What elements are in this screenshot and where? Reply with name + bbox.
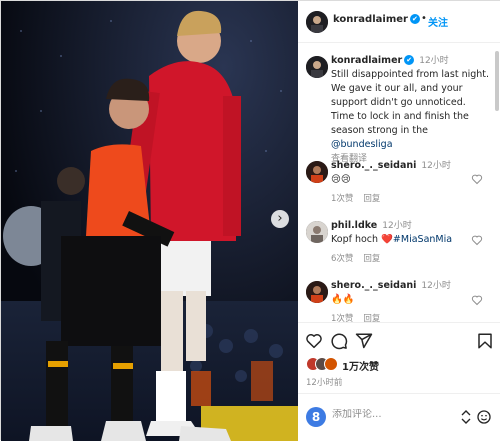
separator-dot: • bbox=[421, 13, 427, 24]
comment-input[interactable] bbox=[332, 409, 452, 420]
comment-username[interactable]: shero._._seidani bbox=[331, 160, 416, 171]
post-timestamp: 12小时前 bbox=[306, 378, 343, 388]
bookmark-icon[interactable] bbox=[476, 332, 494, 350]
comment-username[interactable]: shero._._seidani bbox=[331, 280, 416, 291]
like-comment-heart-icon[interactable] bbox=[471, 173, 483, 185]
caption-text: Still disappointed from last night. We g… bbox=[331, 69, 490, 136]
caption: konradlaimer ✔ 12小时 Still disappointed fr… bbox=[331, 54, 491, 166]
caption-avatar[interactable] bbox=[306, 56, 328, 78]
likes-count[interactable]: 1万次赞 bbox=[342, 358, 379, 373]
comment-meta: 1次赞 回复 bbox=[331, 312, 390, 322]
post-photo[interactable]: › bbox=[1, 1, 298, 441]
mention-link[interactable]: @bundesliga bbox=[331, 139, 393, 150]
like-comment-heart-icon[interactable] bbox=[471, 234, 483, 246]
comment-avatar[interactable] bbox=[306, 281, 328, 303]
comment-text: Kopf hoch bbox=[331, 234, 379, 245]
comment-username[interactable]: phil.ldke bbox=[331, 220, 377, 231]
comment-like-count[interactable]: 6次赞 bbox=[331, 254, 353, 264]
verified-badge-icon: ✔ bbox=[404, 55, 415, 65]
comment-time: 12小时 bbox=[421, 281, 451, 291]
comment-like-count[interactable]: 1次赞 bbox=[331, 194, 353, 204]
reply-button[interactable]: 回复 bbox=[363, 254, 380, 264]
gif-sticker-icon[interactable] bbox=[458, 409, 474, 425]
reply-button[interactable]: 回复 bbox=[363, 194, 380, 204]
comment-avatar[interactable] bbox=[306, 221, 328, 243]
liker-avatar bbox=[324, 357, 338, 371]
comment-item: shero._._seidani 12小时 🔥🔥 bbox=[331, 279, 491, 307]
emoji-picker-icon[interactable]: 8 bbox=[306, 407, 326, 427]
comments-scrollbar[interactable] bbox=[495, 51, 499, 111]
comment-emoji: 🔥 bbox=[331, 294, 343, 305]
author-username[interactable]: konradlaimer ✔ bbox=[333, 14, 420, 25]
comment-time: 12小时 bbox=[382, 221, 412, 231]
comment-emoji: 😢 bbox=[340, 174, 351, 185]
caption-time: 12小时 bbox=[419, 56, 449, 66]
comments-list[interactable]: konradlaimer ✔ 12小时 Still disappointed fr… bbox=[298, 44, 500, 322]
next-photo-button[interactable]: › bbox=[271, 210, 289, 228]
post-modal: › konradlaimer ✔ • 关注 konradlaimer ✔ 12小时 … bbox=[0, 0, 500, 441]
comment-like-count[interactable]: 1次赞 bbox=[331, 314, 353, 322]
share-icon[interactable] bbox=[355, 332, 373, 350]
post-header: konradlaimer ✔ • 关注 bbox=[298, 1, 500, 43]
like-comment-heart-icon[interactable] bbox=[471, 294, 483, 306]
comment-icon[interactable] bbox=[330, 332, 348, 350]
comment-emoji: 😢 bbox=[331, 174, 341, 185]
comment-meta: 1次赞 回复 bbox=[331, 192, 390, 204]
verified-badge-icon: ✔ bbox=[409, 14, 420, 24]
reply-button[interactable]: 回复 bbox=[363, 314, 380, 322]
author-avatar[interactable] bbox=[306, 11, 328, 33]
heart-icon[interactable] bbox=[305, 332, 323, 350]
comment-emoji: 🔥 bbox=[342, 294, 355, 305]
red-heart-emoji: ❤️ bbox=[381, 234, 393, 245]
post-details-panel: konradlaimer ✔ • 关注 konradlaimer ✔ 12小时 St… bbox=[298, 1, 500, 441]
follow-button[interactable]: 关注 bbox=[428, 14, 448, 29]
comment-time: 12小时 bbox=[421, 161, 451, 171]
add-comment-bar: 8 bbox=[298, 393, 500, 442]
comment-item: phil.ldke 12小时 Kopf hoch ❤️#MiaSanMia bbox=[331, 219, 491, 247]
smiley-icon[interactable] bbox=[476, 409, 492, 425]
caption-username[interactable]: konradlaimer bbox=[331, 55, 402, 66]
comment-avatar[interactable] bbox=[306, 161, 328, 183]
post-actions: 1万次赞 12小时前 8 bbox=[298, 322, 500, 441]
stadium-photo-image bbox=[1, 1, 298, 441]
comment-item: shero._._seidani 12小时 😢😢 bbox=[331, 159, 491, 187]
hashtag-link[interactable]: #MiaSanMia bbox=[393, 234, 452, 245]
comment-meta: 6次赞 回复 bbox=[331, 252, 390, 264]
